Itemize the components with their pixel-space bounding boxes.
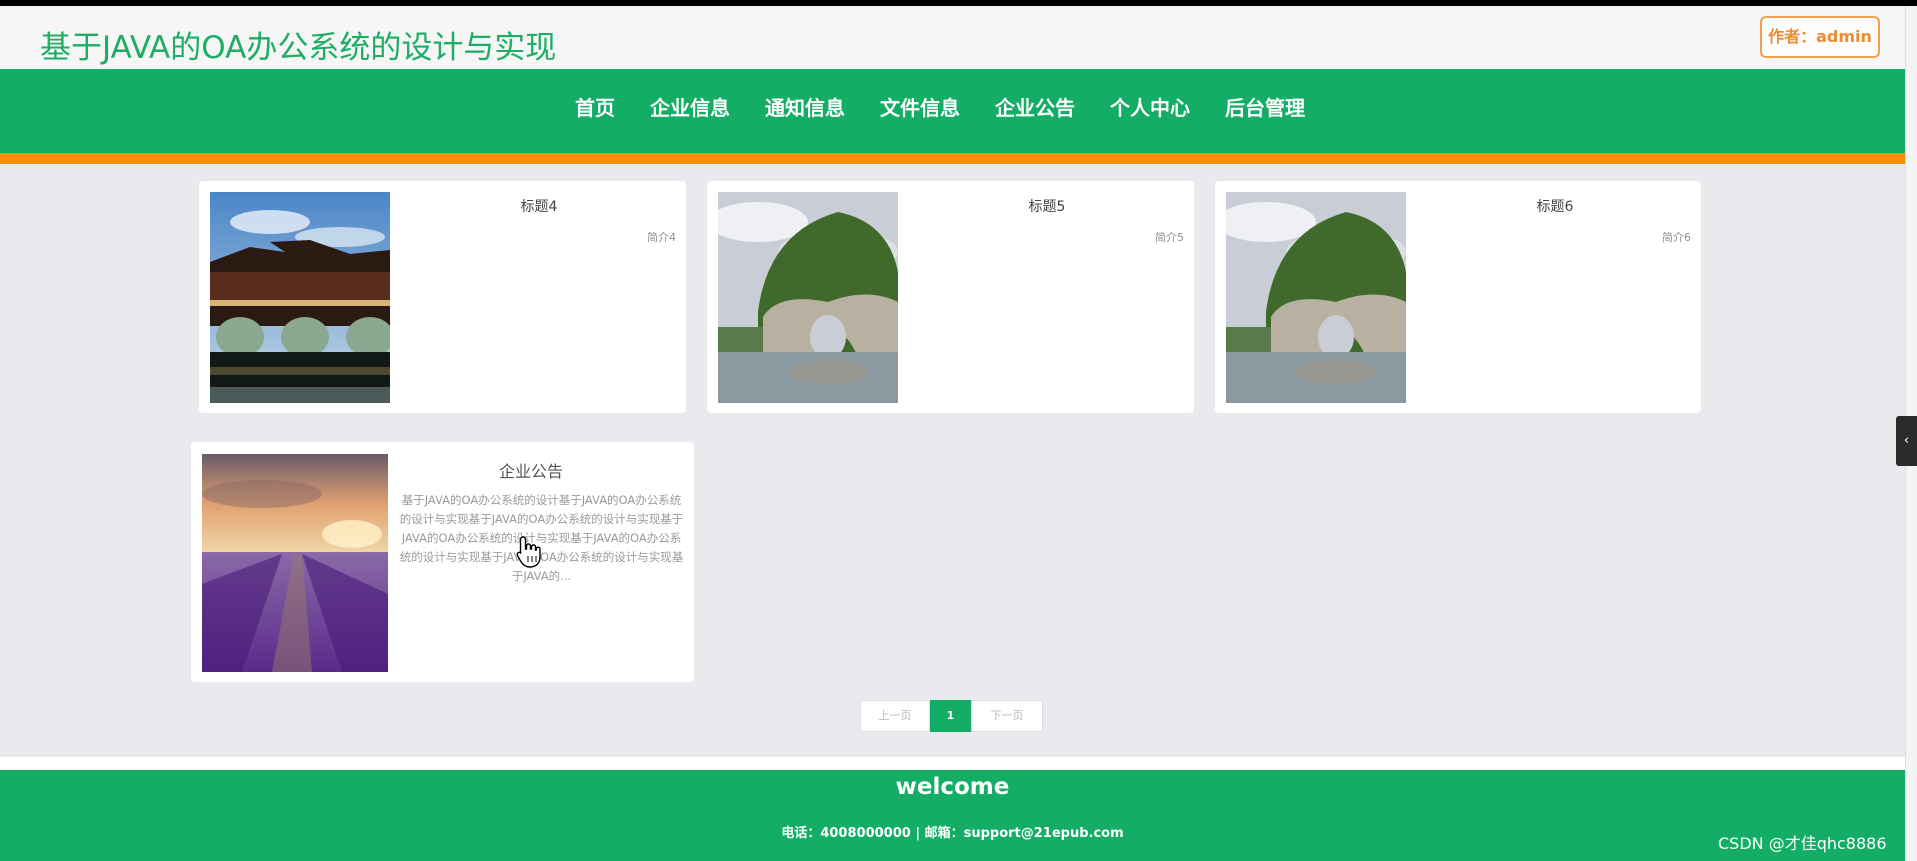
site-title[interactable]: 基于JAVA的OA办公系统的设计与实现 [40, 22, 556, 67]
site-header: 基于JAVA的OA办公系统的设计与实现 作者：admin [0, 6, 1905, 69]
footer-welcome: welcome [895, 774, 1010, 800]
nav-items: 首页 企业信息 通知信息 文件信息 企业公告 个人中心 后台管理 [575, 69, 1340, 153]
nav-item-files[interactable]: 文件信息 [880, 69, 960, 153]
info-card[interactable]: 标题6 简介6 [1215, 181, 1701, 413]
announcement-card[interactable]: 企业公告 基于JAVA的OA办公系统的设计基于JAVA的OA办公系统的设计与实现… [191, 442, 694, 682]
nav-item-announcements[interactable]: 企业公告 [995, 69, 1075, 153]
author-badge[interactable]: 作者：admin [1760, 16, 1880, 58]
nav-item-notices[interactable]: 通知信息 [765, 69, 845, 153]
pagination: 上一页 1 下一页 [860, 700, 1043, 732]
covered-bridge-photo[interactable] [210, 192, 390, 403]
nav-accent-stripe [0, 153, 1905, 164]
footer-contact: 电话：4008000000 | 邮箱：support@21epub.com [781, 826, 1124, 841]
collapse-side-icon[interactable]: ‹ [1896, 416, 1917, 466]
page-1-button[interactable]: 1 [930, 700, 971, 732]
card-title[interactable]: 标题6 [1515, 196, 1595, 216]
prev-page-button[interactable]: 上一页 [860, 700, 930, 732]
lavender-field-photo[interactable] [202, 454, 388, 672]
card-intro: 简介6 [1662, 231, 1691, 244]
elephant-trunk-hill-photo[interactable] [1226, 192, 1406, 403]
hand-cursor-icon [516, 535, 542, 573]
elephant-trunk-hill-photo[interactable] [718, 192, 898, 403]
footer-divider [0, 757, 1905, 770]
info-card[interactable]: 标题5 简介5 [707, 181, 1194, 413]
nav-item-company-info[interactable]: 企业信息 [650, 69, 730, 153]
card-title[interactable]: 标题4 [499, 196, 579, 216]
nav-item-admin[interactable]: 后台管理 [1225, 69, 1305, 153]
nav-item-home[interactable]: 首页 [575, 69, 615, 153]
announcement-title[interactable]: 企业公告 [481, 458, 581, 482]
site-footer: welcome 电话：4008000000 | 邮箱：support@21epu… [0, 770, 1905, 861]
csdn-watermark: CSDN @才佳qhc8886 [1718, 834, 1887, 853]
card-intro: 简介5 [1155, 231, 1184, 244]
nav-item-profile[interactable]: 个人中心 [1110, 69, 1190, 153]
card-title[interactable]: 标题5 [1007, 196, 1087, 216]
browser-screen: 基于JAVA的OA办公系统的设计与实现 作者：admin 首页 企业信息 通知信… [0, 0, 1917, 861]
info-card[interactable]: 标题4 简介4 [199, 181, 686, 413]
next-page-button[interactable]: 下一页 [971, 700, 1043, 732]
card-intro: 简介4 [647, 231, 676, 244]
main-nav: 首页 企业信息 通知信息 文件信息 企业公告 个人中心 后台管理 [0, 69, 1905, 153]
